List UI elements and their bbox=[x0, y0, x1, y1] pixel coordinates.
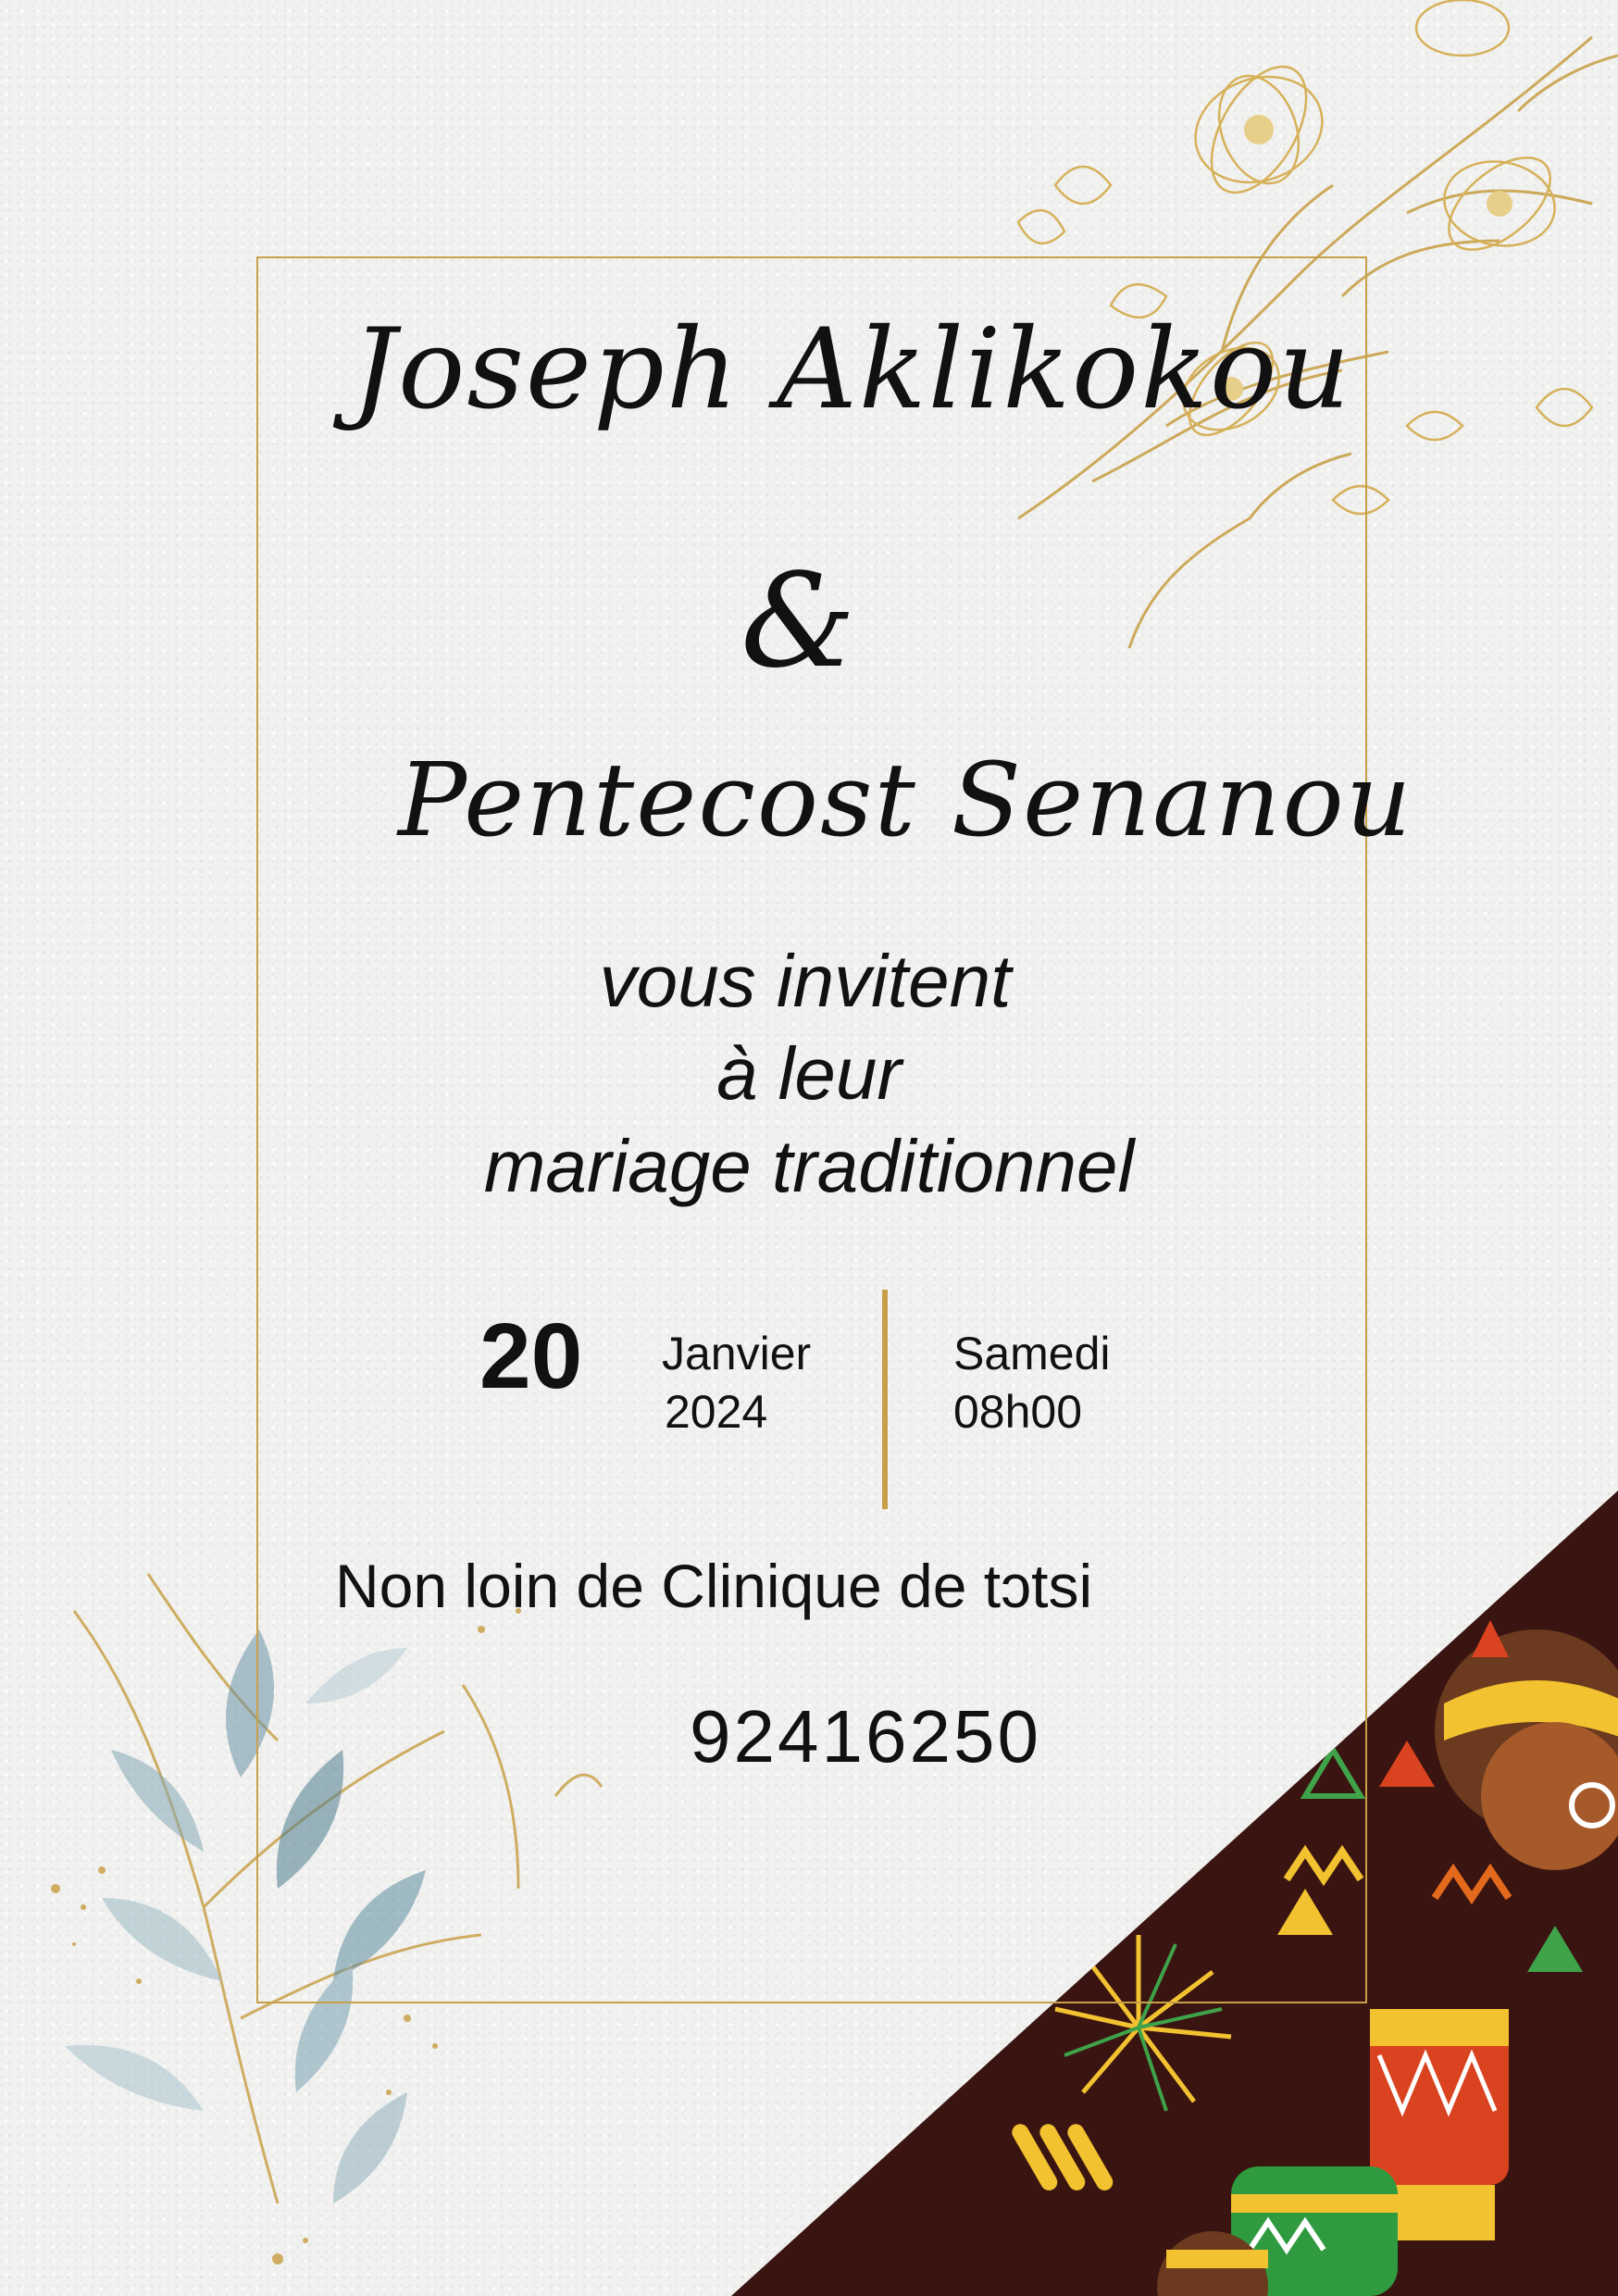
invite-message: vous invitent à leur mariage traditionne… bbox=[0, 935, 1618, 1213]
groom-name: Joseph Aklikokou bbox=[352, 306, 1352, 434]
invite-line: vous invitent bbox=[599, 940, 1012, 1022]
date-weekday: Samedi bbox=[953, 1328, 1111, 1379]
ampersand: & bbox=[741, 546, 858, 697]
date-month: Janvier bbox=[662, 1328, 812, 1379]
date-divider bbox=[882, 1290, 888, 1509]
venue-text: Non loin de Clinique de tɔtsi bbox=[335, 1552, 1093, 1620]
invite-line: à leur bbox=[716, 1032, 902, 1115]
phone-number: 92416250 bbox=[690, 1695, 1041, 1778]
invite-line: mariage traditionnel bbox=[483, 1125, 1135, 1207]
invitation-card: Joseph Aklikokou & Pentecost Senanou vou… bbox=[0, 0, 1618, 2296]
event-time: 08h00 bbox=[953, 1386, 1083, 1438]
bride-name: Pentecost Senanou bbox=[398, 741, 1413, 859]
date-day: 20 bbox=[479, 1304, 583, 1408]
date-year: 2024 bbox=[665, 1386, 768, 1438]
